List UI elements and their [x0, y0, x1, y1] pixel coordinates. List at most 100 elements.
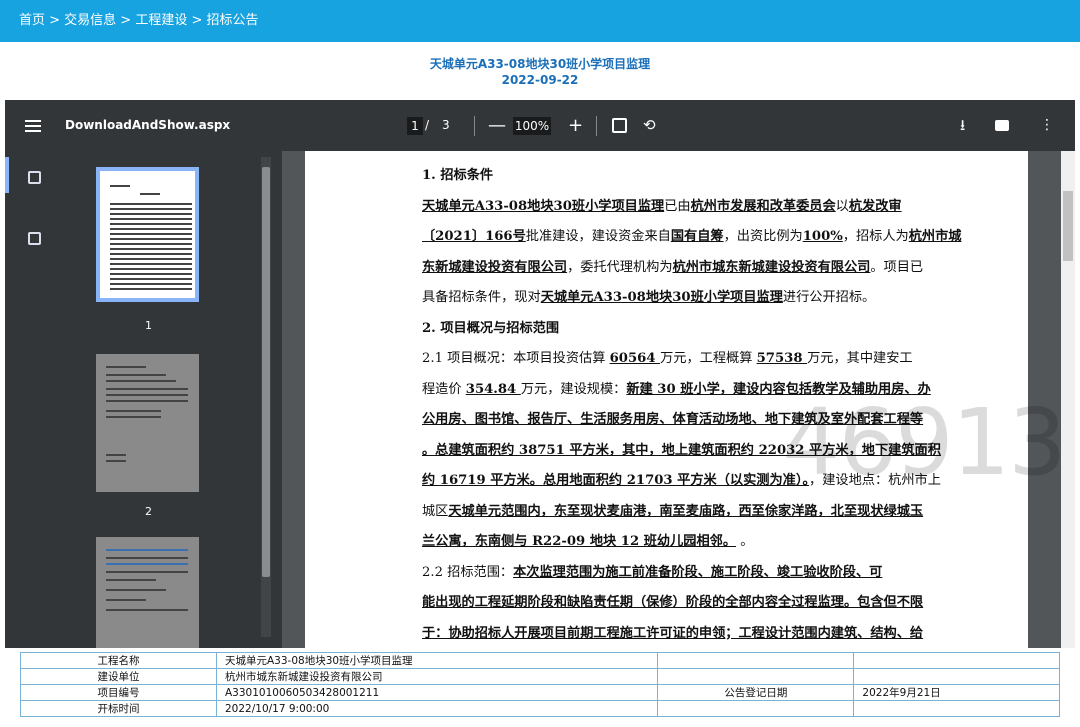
- watermark: 469134: [782, 389, 1075, 496]
- info-row: 工程名称 天城单元A33-08地块30班小学项目监理: [20, 652, 1060, 669]
- zoom-in-button[interactable]: +: [568, 100, 583, 151]
- text-span: 批准建设，建设资金来自: [525, 229, 671, 244]
- info-label: 项目编号: [20, 684, 217, 701]
- underlined-text: 东新城建设投资有限公司: [422, 259, 568, 275]
- info-value: 杭州市城东新城建设投资有限公司: [215, 668, 659, 685]
- text-span: 城区: [422, 503, 449, 519]
- info-label: [657, 700, 855, 717]
- underlined-text: 国有自筹: [670, 229, 724, 244]
- page-view: 1. 招标条件天城单元A33-08地块30班小学项目监理已由杭州市发展和改革委员…: [282, 151, 1075, 648]
- text-span: ，招标人为: [842, 229, 909, 244]
- toolbar-divider: [596, 116, 597, 136]
- paragraph-line: 〔2021〕166号批准建设，建设资金来自国有自筹，出资比例为100%，招标人为…: [422, 222, 1003, 253]
- text-span: 进行公开招标。: [782, 290, 876, 305]
- toolbar-divider: [474, 116, 475, 136]
- underlined-text: 于：协助招标人开展项目前期工程施工许可证的申领；工程设计范围内建筑、结构、给: [422, 625, 924, 641]
- text-span: 已由: [664, 198, 691, 214]
- underlined-text: 天城单元A33-08地块30班小学项目监理: [540, 290, 783, 305]
- print-icon[interactable]: [995, 120, 1009, 131]
- paragraph-line: 兰公寓，东南侧与 R22-09 地块 12 班幼儿园相邻。 。: [422, 527, 1003, 558]
- info-label: [657, 668, 855, 685]
- sidenav-selection-indicator: [5, 157, 9, 193]
- paragraph-line: 能出现的工程延期阶段和缺陷责任期（保修）阶段的全部内容全过程监理。包含但不限: [422, 588, 1003, 619]
- underlined-text: 天城单元范围内，东至现状麦庙港，南至麦庙路，西至俆家洋路，北至现状绿城玉: [448, 503, 924, 519]
- download-icon[interactable]: ⭳: [960, 100, 965, 151]
- info-value: 天城单元A33-08地块30班小学项目监理: [215, 652, 659, 669]
- breadcrumb[interactable]: 首页 > 交易信息 > 工程建设 > 招标公告: [0, 0, 1080, 42]
- thumbnail-label: 1: [145, 319, 152, 332]
- file-name: DownloadAndShow.aspx: [65, 118, 231, 132]
- text-span: ，出资比例为: [723, 229, 803, 244]
- underlined-text: 本次监理范围为施工前准备阶段、施工阶段、竣工验收阶段、可: [513, 564, 883, 580]
- thumbnails-icon[interactable]: [28, 171, 41, 184]
- underlined-text: 能出现的工程延期阶段和缺陷责任期（保修）阶段的全部内容全过程监理。包含但不限: [422, 595, 924, 610]
- paragraph-line: 2.1 项目概况：本项目投资估算 60564 万元，工程概算 57538 万元，…: [422, 344, 1003, 375]
- underlined-text: 约 16719 平方米。总用地面积约 21703 平方米（以实测为准）。: [422, 473, 810, 488]
- viewer-toolbar: DownloadAndShow.aspx 1 / 3 — 100% + ⟲ ⭳ …: [5, 100, 1075, 151]
- text-span: 。: [736, 534, 754, 549]
- info-value: [853, 668, 1060, 685]
- page-total: 3: [442, 118, 450, 132]
- info-label: 公告登记日期: [657, 684, 855, 701]
- underlined-text: 354.84: [465, 381, 521, 397]
- info-value: A3301010060503428001211: [215, 684, 659, 701]
- thumbnail-scrollbar[interactable]: [261, 157, 271, 637]
- thumbnail-label: 2: [145, 505, 152, 518]
- viewer-sidenav: [5, 151, 51, 648]
- notice-title: 天城单元A33-08地块30班小学项目监理: [429, 57, 651, 71]
- section-heading: 1. 招标条件: [422, 168, 494, 183]
- underlined-text: 天城单元A33-08地块30班小学项目监理: [422, 198, 665, 214]
- pdf-viewer: DownloadAndShow.aspx 1 / 3 — 100% + ⟲ ⭳ …: [5, 100, 1075, 648]
- paragraph-line: 于：协助招标人开展项目前期工程施工许可证的申领；工程设计范围内建筑、结构、给: [422, 619, 1003, 649]
- info-label: 开标时间: [20, 700, 217, 717]
- outline-icon[interactable]: [28, 232, 41, 245]
- info-row: 建设单位 杭州市城东新城建设投资有限公司: [20, 668, 1060, 685]
- info-value: [853, 652, 1060, 669]
- menu-icon[interactable]: [25, 100, 45, 151]
- info-value: [853, 700, 1060, 717]
- underlined-text: 杭发改审: [848, 198, 902, 214]
- info-label: [657, 652, 855, 669]
- breadcrumb-text[interactable]: 首页 > 交易信息 > 工程建设 > 招标公告: [19, 13, 258, 28]
- underlined-text: 57538: [756, 351, 808, 366]
- text-span: 2.2 招标范围：: [422, 564, 514, 580]
- paragraph-line: 天城单元A33-08地块30班小学项目监理已由杭州市发展和改革委员会以杭发改审: [422, 192, 1003, 223]
- text-span: 具备招标条件，现对: [422, 290, 541, 305]
- notice-header: 天城单元A33-08地块30班小学项目监理 2022-09-22: [0, 42, 1080, 100]
- underlined-text: 〔2021〕166号: [422, 229, 526, 244]
- paragraph-line: 城区天城单元范围内，东至现状麦庙港，南至麦庙路，西至俆家洋路，北至现状绿城玉: [422, 497, 1003, 528]
- section-heading: 2. 项目概况与招标范围: [422, 320, 560, 336]
- notice-date: 2022-09-22: [501, 73, 579, 87]
- info-row: 项目编号 A3301010060503428001211 公告登记日期 2022年9月…: [20, 684, 1060, 701]
- text-span: 万元，建设规模：: [520, 381, 627, 397]
- paragraph-line: 具备招标条件，现对天城单元A33-08地块30班小学项目监理进行公开招标。: [422, 283, 1003, 314]
- text-span: 万元，其中建安工: [807, 351, 913, 366]
- page-thumbnail-1[interactable]: [96, 167, 199, 302]
- underlined-text: 100%: [802, 229, 843, 244]
- zoom-out-button[interactable]: —: [488, 100, 506, 151]
- text-span: 2.1 项目概况：本项目投资估算: [422, 351, 610, 366]
- text-span: 万元，工程概算: [660, 351, 757, 366]
- text-span: 以: [835, 198, 849, 214]
- zoom-input[interactable]: 100%: [513, 117, 551, 135]
- more-options-icon[interactable]: ⋮: [1040, 100, 1054, 151]
- info-row: 开标时间 2022/10/17 9:00:00: [20, 700, 1060, 717]
- page-number-input[interactable]: 1: [407, 117, 423, 135]
- page-thumbnail-2[interactable]: [96, 354, 199, 492]
- info-value: 2022年9月21日: [853, 684, 1060, 701]
- underlined-text: 杭州市城: [908, 229, 962, 244]
- underlined-text: 杭州市城东新城建设投资有限公司: [672, 259, 871, 275]
- thumbnail-pane: 1 2: [51, 151, 282, 648]
- page-scrollbar[interactable]: [1061, 151, 1075, 648]
- text-span: ，委托代理机构为: [567, 259, 673, 275]
- underlined-text: 60564: [609, 351, 661, 366]
- text-span: 。项目已: [870, 259, 924, 275]
- paragraph-line: 东新城建设投资有限公司，委托代理机构为杭州市城东新城建设投资有限公司。项目已: [422, 253, 1003, 284]
- project-info-table: 工程名称 天城单元A33-08地块30班小学项目监理 建设单位 杭州市城东新城建设投资…: [20, 652, 1060, 717]
- page-thumbnail-3[interactable]: [96, 537, 199, 648]
- underlined-text: 兰公寓，东南侧与 R22-09 地块 12 班幼儿园相邻。: [422, 534, 737, 549]
- text-span: 程造价: [422, 381, 466, 397]
- rotate-icon[interactable]: ⟲: [643, 100, 656, 151]
- page-separator: /: [425, 118, 430, 132]
- fit-page-icon[interactable]: [612, 118, 627, 133]
